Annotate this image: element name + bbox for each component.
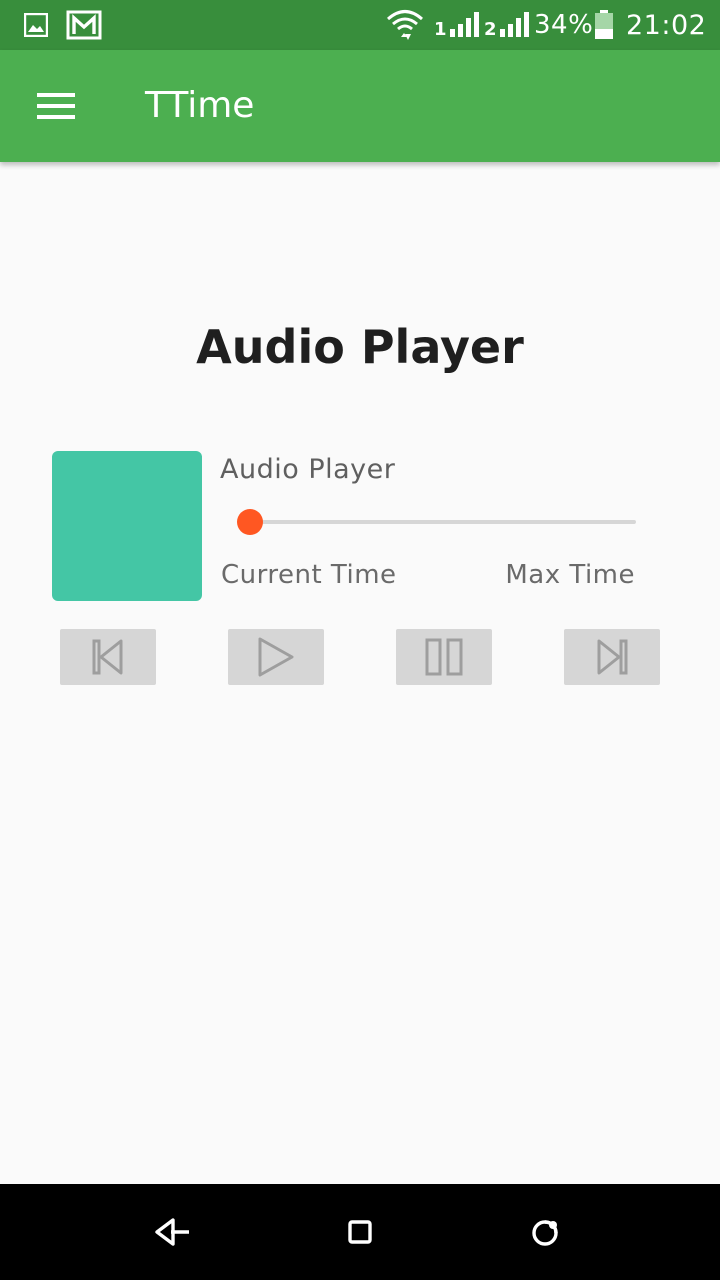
skip-previous-icon [92,639,123,675]
sim2-label: 2 [484,18,498,40]
next-button[interactable] [564,629,660,685]
max-time-label: Max Time [505,560,635,590]
previous-button[interactable] [60,629,156,685]
wifi-icon [386,0,424,50]
current-time-label: Current Time [221,560,397,590]
sim1-label: 1 [434,18,448,40]
status-bar: 1 2 34% 21:02 [0,0,720,50]
image-notification-icon [24,0,48,50]
signal-sim1-icon: 1 [434,0,480,50]
back-button[interactable] [139,1198,207,1266]
recents-icon [532,1220,558,1246]
track-title: Audio Player [220,454,396,485]
album-artwork [52,451,202,601]
pause-button[interactable] [396,629,492,685]
gmail-icon [66,0,102,50]
hamburger-menu-button[interactable] [20,70,92,142]
signal-sim2-icon: 2 [484,0,530,50]
back-icon [155,1218,189,1246]
page-title: Audio Player [196,320,524,374]
app-bar: TTime [0,50,720,162]
play-icon [258,637,294,677]
recents-button[interactable] [512,1198,580,1266]
hamburger-menu-icon [37,93,75,119]
navigation-bar [0,1184,720,1280]
seek-bar[interactable] [237,509,636,535]
skip-next-icon [597,639,628,675]
battery-icon [594,0,614,50]
seek-bar-thumb[interactable] [237,509,263,535]
battery-percent: 34% [534,10,594,40]
play-button[interactable] [228,629,324,685]
home-button[interactable] [326,1198,394,1266]
app-title: TTime [145,85,255,126]
pause-icon [425,638,463,676]
clock: 21:02 [626,9,707,41]
home-icon [348,1220,372,1244]
